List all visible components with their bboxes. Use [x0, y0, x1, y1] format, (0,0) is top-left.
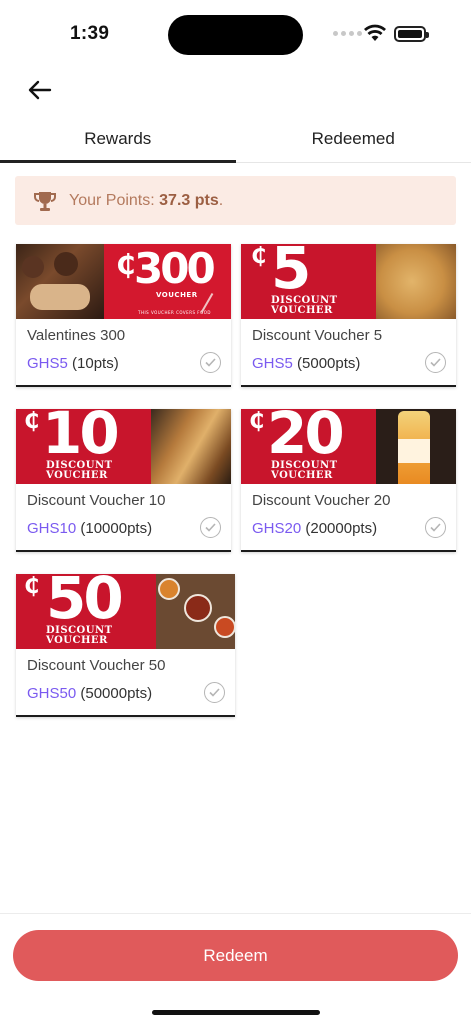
- voucher-card-discount-50[interactable]: ₵ 50 DISCOUNT VOUCHER Discount Voucher 5…: [16, 574, 235, 717]
- voucher-price: GHS5 (10pts): [27, 355, 119, 372]
- status-time: 1:39: [70, 23, 110, 44]
- currency-symbol: ₵: [249, 409, 265, 434]
- dynamic-island: [168, 15, 303, 55]
- check-circle-icon[interactable]: [200, 352, 221, 373]
- currency-symbol: ₵: [116, 248, 136, 281]
- voucher-image: ₵ 5 DISCOUNT VOUCHER: [241, 244, 456, 319]
- voucher-title: Discount Voucher 20: [252, 492, 391, 509]
- points-banner: Your Points: 37.3 pts.: [15, 176, 456, 225]
- check-circle-icon[interactable]: [425, 352, 446, 373]
- tab-redeemed[interactable]: Redeemed: [236, 115, 471, 162]
- check-circle-icon[interactable]: [204, 682, 225, 703]
- currency-symbol: ₵: [24, 574, 40, 599]
- voucher-card-valentines-300[interactable]: ₵ 300 VOUCHER THIS VOUCHER COVERS FOOD V…: [16, 244, 231, 387]
- redeem-button[interactable]: Redeem: [13, 930, 458, 981]
- back-button[interactable]: [24, 75, 56, 105]
- voucher-card-discount-5[interactable]: ₵ 5 DISCOUNT VOUCHER Discount Voucher 5 …: [241, 244, 456, 387]
- voucher-title: Discount Voucher 10: [27, 492, 166, 509]
- status-bar: 1:39: [0, 0, 471, 70]
- voucher-points: (5000pts): [297, 355, 361, 372]
- voucher-cost: GHS10: [27, 520, 77, 537]
- voucher-price: GHS20 (20000pts): [252, 520, 377, 537]
- check-circle-icon[interactable]: [425, 517, 446, 538]
- voucher-points: (50000pts): [80, 685, 153, 702]
- currency-symbol: ₵: [24, 409, 40, 434]
- home-indicator: [152, 1010, 320, 1015]
- points-value: 37.3 pts: [159, 191, 219, 209]
- voucher-image: ₵ 300 VOUCHER THIS VOUCHER COVERS FOOD: [16, 244, 231, 319]
- voucher-points: (10pts): [72, 355, 119, 372]
- voucher-image-number: 50: [46, 574, 124, 632]
- tab-bar: Rewards Redeemed: [0, 115, 471, 163]
- trophy-icon: [34, 191, 56, 211]
- voucher-image: ₵ 20 DISCOUNT VOUCHER: [241, 409, 456, 484]
- voucher-image-number: 10: [42, 409, 120, 467]
- voucher-cost: GHS5: [27, 355, 68, 372]
- voucher-price: GHS10 (10000pts): [27, 520, 152, 537]
- voucher-price: GHS50 (50000pts): [27, 685, 152, 702]
- voucher-cost: GHS50: [27, 685, 77, 702]
- cellular-signal-icon: [333, 31, 362, 36]
- voucher-card-discount-20[interactable]: ₵ 20 DISCOUNT VOUCHER Discount Voucher 2…: [241, 409, 456, 552]
- voucher-card-discount-10[interactable]: ₵ 10 DISCOUNT VOUCHER Discount Voucher 1…: [16, 409, 231, 552]
- points-label: Your Points:: [69, 191, 155, 209]
- points-suffix: .: [218, 191, 224, 209]
- voucher-image-caption: DISCOUNT VOUCHER: [46, 625, 113, 646]
- voucher-image-caption: DISCOUNT VOUCHER: [46, 460, 113, 481]
- wifi-icon: [364, 24, 386, 41]
- bottom-divider: [0, 913, 471, 914]
- voucher-points: (10000pts): [80, 520, 153, 537]
- currency-symbol: ₵: [251, 244, 267, 269]
- voucher-image-caption: VOUCHER: [156, 291, 198, 299]
- voucher-title: Valentines 300: [27, 327, 126, 344]
- battery-icon: [394, 26, 429, 42]
- voucher-image-number: 5: [271, 244, 311, 302]
- voucher-title: Discount Voucher 50: [27, 657, 166, 674]
- voucher-points: (20000pts): [305, 520, 378, 537]
- voucher-cost: GHS20: [252, 520, 302, 537]
- voucher-cost: GHS5: [252, 355, 293, 372]
- voucher-image-number: 300: [134, 244, 216, 293]
- voucher-price: GHS5 (5000pts): [252, 355, 360, 372]
- voucher-image: ₵ 50 DISCOUNT VOUCHER: [16, 574, 235, 649]
- tab-rewards[interactable]: Rewards: [0, 115, 236, 163]
- voucher-title: Discount Voucher 5: [252, 327, 383, 344]
- voucher-image-caption: DISCOUNT VOUCHER: [271, 295, 338, 316]
- voucher-image: ₵ 10 DISCOUNT VOUCHER: [16, 409, 231, 484]
- voucher-image-number: 20: [267, 409, 345, 467]
- check-circle-icon[interactable]: [200, 517, 221, 538]
- points-text: Your Points: 37.3 pts.: [69, 192, 223, 210]
- arrow-left-icon: [28, 80, 52, 100]
- voucher-image-caption: DISCOUNT VOUCHER: [271, 460, 338, 481]
